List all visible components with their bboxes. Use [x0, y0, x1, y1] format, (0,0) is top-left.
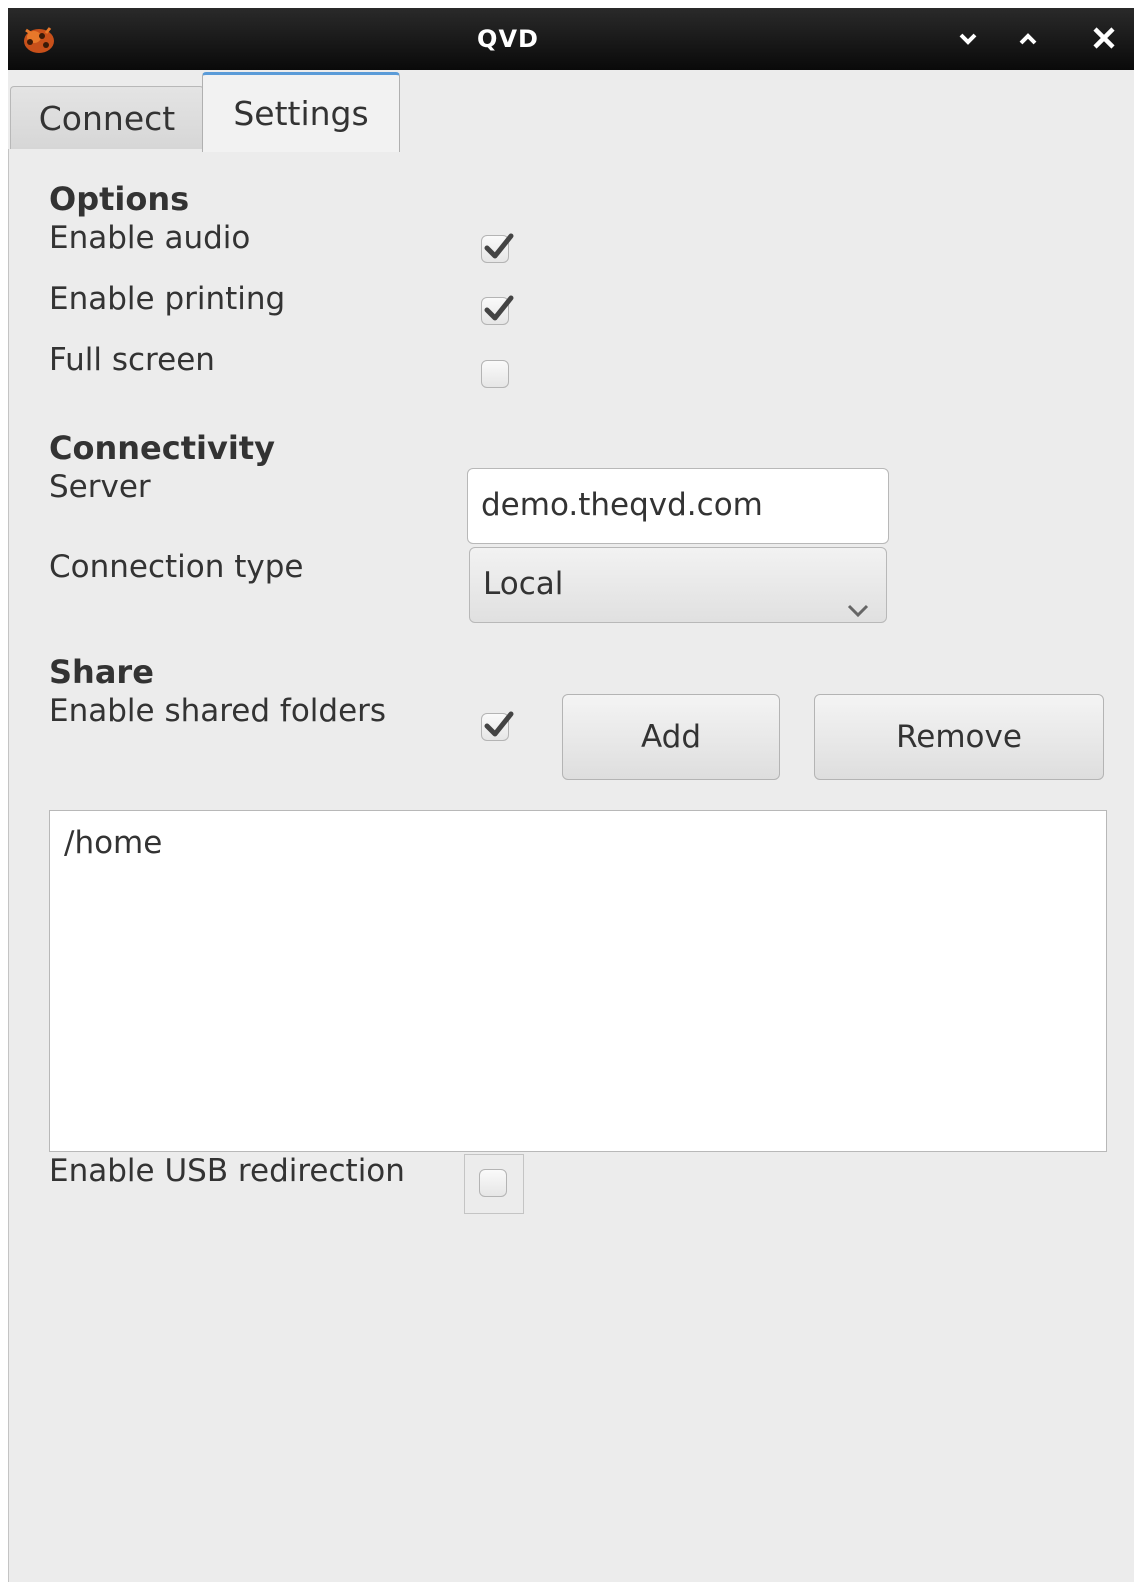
full-screen-label: Full screen — [49, 342, 215, 378]
full-screen-checkbox[interactable] — [481, 360, 509, 388]
options-heading: Options — [49, 180, 190, 218]
connection-type-value: Local — [483, 566, 564, 602]
connectivity-heading: Connectivity — [49, 429, 275, 467]
connection-type-label: Connection type — [49, 549, 304, 585]
enable-audio-label: Enable audio — [49, 220, 251, 256]
server-label: Server — [49, 469, 151, 505]
usb-checkbox-frame — [464, 1154, 524, 1214]
tab-bar: Connect Settings — [8, 70, 1134, 152]
chevron-down-icon — [846, 573, 870, 645]
checkmark-icon — [484, 295, 514, 321]
enable-audio-checkbox[interactable] — [481, 233, 514, 263]
shared-folders-list[interactable]: /home — [49, 810, 1107, 1152]
enable-printing-label: Enable printing — [49, 281, 286, 317]
close-button[interactable] — [1084, 20, 1124, 60]
tab-settings[interactable]: Settings — [202, 72, 400, 152]
connection-type-select[interactable]: Local — [469, 547, 887, 623]
minimize-button[interactable] — [948, 20, 988, 60]
enable-usb-redirection-checkbox[interactable] — [479, 1169, 507, 1197]
chevron-down-icon — [959, 31, 977, 50]
qvd-window: QVD Connect Settings Options Enable audi… — [8, 8, 1134, 1582]
enable-usb-redirection-label: Enable USB redirection — [49, 1153, 405, 1189]
list-item[interactable]: /home — [64, 825, 162, 861]
checkmark-icon — [484, 711, 514, 737]
enable-shared-folders-label: Enable shared folders — [49, 693, 387, 729]
share-heading: Share — [49, 653, 154, 691]
remove-folder-button[interactable]: Remove — [814, 694, 1104, 780]
checkmark-icon — [484, 233, 514, 259]
maximize-button[interactable] — [1008, 20, 1048, 60]
server-input[interactable]: demo.theqvd.com — [467, 468, 889, 544]
tab-connect[interactable]: Connect — [10, 86, 204, 150]
enable-shared-folders-checkbox[interactable] — [481, 711, 514, 741]
add-folder-button[interactable]: Add — [562, 694, 780, 780]
settings-panel: Options Enable audio Enable printing Ful… — [8, 149, 1134, 1582]
title-bar[interactable]: QVD — [8, 8, 1134, 70]
enable-printing-checkbox[interactable] — [481, 295, 514, 325]
close-icon — [1092, 26, 1116, 54]
window-title: QVD — [477, 25, 539, 53]
chevron-up-icon — [1019, 31, 1037, 50]
